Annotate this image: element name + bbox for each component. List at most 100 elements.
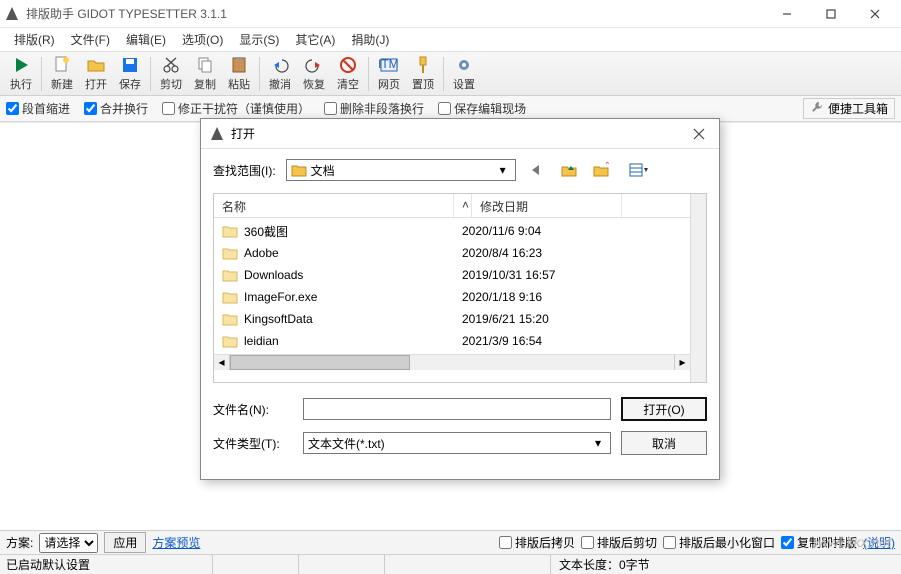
- status-ready: 已启动默认设置: [6, 555, 206, 574]
- filename-input[interactable]: [303, 398, 611, 420]
- lookin-value: 文档: [311, 162, 495, 179]
- toolbar-separator: [259, 57, 260, 91]
- menu-other[interactable]: 其它(A): [287, 29, 343, 50]
- pin-icon: [413, 55, 433, 75]
- dialog-titlebar[interactable]: 打开: [201, 119, 719, 149]
- window-close-button[interactable]: [853, 0, 897, 28]
- toolbar-cut-button[interactable]: 剪切: [154, 53, 188, 94]
- opt-minimize-after[interactable]: 排版后最小化窗口: [663, 534, 775, 551]
- file-row[interactable]: 360截图2020/11/6 9:04: [214, 220, 690, 242]
- file-row[interactable]: leidian2021/3/9 16:54: [214, 330, 690, 352]
- toolbar-top-button[interactable]: 置顶: [406, 53, 440, 94]
- html-icon: HTML: [379, 55, 399, 75]
- status-length: 文本长度：0字节: [550, 555, 895, 574]
- nav-back-button[interactable]: [526, 160, 548, 180]
- scheme-label: 方案:: [6, 534, 33, 551]
- opt-fixnoise[interactable]: 修正干扰符（谨慎使用）: [162, 100, 310, 117]
- toolbar-clear-button[interactable]: 清空: [331, 53, 365, 94]
- file-name: leidian: [244, 334, 462, 348]
- file-name: ImageFor.exe: [244, 290, 462, 304]
- redo-icon: [304, 55, 324, 75]
- folder-icon: [222, 333, 238, 349]
- toolbar-separator: [150, 57, 151, 91]
- folder-open-icon: [86, 55, 106, 75]
- window-maximize-button[interactable]: [809, 0, 853, 28]
- sort-indicator-icon: ˄: [454, 194, 472, 217]
- opt-delnonpara[interactable]: 删除非段落换行: [324, 100, 424, 117]
- horizontal-scrollbar[interactable]: ◂ ▸: [214, 354, 690, 370]
- toolbar-run-button[interactable]: 执行: [4, 53, 38, 94]
- toolbar-undo-button[interactable]: 撤消: [263, 53, 297, 94]
- file-row[interactable]: Adobe2020/8/4 16:23: [214, 242, 690, 264]
- window-minimize-button[interactable]: [765, 0, 809, 28]
- play-icon: [11, 55, 31, 75]
- window-title: 排版助手 GIDOT TYPESETTER 3.1.1: [26, 5, 765, 22]
- lookin-row: 查找范围(I): 文档 ▾ *: [201, 149, 719, 189]
- opt-indent[interactable]: 段首缩进: [6, 100, 70, 117]
- menu-donate[interactable]: 捐助(J): [343, 29, 397, 50]
- file-name: KingsoftData: [244, 312, 462, 326]
- scissors-icon: [161, 55, 181, 75]
- opt-merge[interactable]: 合并换行: [84, 100, 148, 117]
- file-list: 名称 ˄ 修改日期 360截图2020/11/6 9:04Adobe2020/8…: [213, 193, 707, 383]
- toolbox-button[interactable]: 便捷工具箱: [803, 98, 895, 119]
- dialog-open-button[interactable]: 打开(O): [621, 397, 707, 421]
- opt-copy-after[interactable]: 排版后拷贝: [499, 534, 575, 551]
- opt-copy-format[interactable]: 复制即排版: [781, 534, 857, 551]
- nav-newfolder-button[interactable]: *: [590, 160, 612, 180]
- toolbar-paste-button[interactable]: 粘贴: [222, 53, 256, 94]
- chevron-down-icon: ▾: [590, 436, 606, 450]
- gear-icon: [454, 55, 474, 75]
- svg-text:HTML: HTML: [379, 57, 399, 71]
- toolbar-settings-button[interactable]: 设置: [447, 53, 481, 94]
- column-date[interactable]: 修改日期: [472, 194, 622, 217]
- folder-icon: [291, 162, 307, 178]
- menubar: 排版(R) 文件(F) 编辑(E) 选项(O) 显示(S) 其它(A) 捐助(J…: [0, 28, 901, 52]
- toolbar-open-button[interactable]: 打开: [79, 53, 113, 94]
- file-row[interactable]: ImageFor.exe2020/1/18 9:16: [214, 286, 690, 308]
- file-name: 360截图: [244, 223, 462, 240]
- toolbar-web-button[interactable]: HTML 网页: [372, 53, 406, 94]
- lookin-combo[interactable]: 文档 ▾: [286, 159, 516, 181]
- vertical-scrollbar[interactable]: [690, 194, 706, 382]
- file-date: 2020/1/18 9:16: [462, 290, 612, 304]
- folder-icon: [222, 267, 238, 283]
- file-list-header: 名称 ˄ 修改日期: [214, 194, 690, 218]
- apply-button[interactable]: 应用: [104, 532, 146, 553]
- file-date: 2019/10/31 16:57: [462, 268, 612, 282]
- save-icon: [120, 55, 140, 75]
- new-file-icon: [52, 55, 72, 75]
- dialog-cancel-button[interactable]: 取消: [621, 431, 707, 455]
- explain-link[interactable]: (说明): [863, 534, 895, 551]
- toolbar-save-button[interactable]: 保存: [113, 53, 147, 94]
- file-row[interactable]: Downloads2019/10/31 16:57: [214, 264, 690, 286]
- file-name: Downloads: [244, 268, 462, 282]
- toolbar-separator: [41, 57, 42, 91]
- menu-options[interactable]: 选项(O): [174, 29, 231, 50]
- toolbar-redo-button[interactable]: 恢复: [297, 53, 331, 94]
- menu-file[interactable]: 文件(F): [63, 29, 118, 50]
- wrench-icon: [810, 100, 824, 117]
- dialog-close-button[interactable]: [687, 122, 711, 146]
- file-date: 2020/11/6 9:04: [462, 224, 612, 238]
- svg-text:*: *: [605, 162, 609, 171]
- file-date: 2019/6/21 15:20: [462, 312, 612, 326]
- toolbar-separator: [368, 57, 369, 91]
- toolbar-copy-button[interactable]: 复制: [188, 53, 222, 94]
- nav-view-button[interactable]: [622, 160, 656, 180]
- status-bar: 已启动默认设置 文本长度：0字节: [0, 554, 901, 574]
- file-name: Adobe: [244, 246, 462, 260]
- opt-cut-after[interactable]: 排版后剪切: [581, 534, 657, 551]
- filetype-combo[interactable]: 文本文件(*.txt) ▾: [303, 432, 611, 454]
- preview-link[interactable]: 方案预览: [152, 534, 200, 551]
- scheme-select[interactable]: 请选择: [39, 533, 98, 553]
- menu-typeset[interactable]: 排版(R): [6, 29, 63, 50]
- nav-up-button[interactable]: [558, 160, 580, 180]
- file-row[interactable]: KingsoftData2019/6/21 15:20: [214, 308, 690, 330]
- lookin-label: 查找范围(I):: [213, 162, 276, 179]
- column-name[interactable]: 名称: [214, 194, 454, 217]
- opt-keepedit[interactable]: 保存编辑现场: [438, 100, 526, 117]
- toolbar-new-button[interactable]: 新建: [45, 53, 79, 94]
- menu-edit[interactable]: 编辑(E): [118, 29, 174, 50]
- menu-display[interactable]: 显示(S): [231, 29, 287, 50]
